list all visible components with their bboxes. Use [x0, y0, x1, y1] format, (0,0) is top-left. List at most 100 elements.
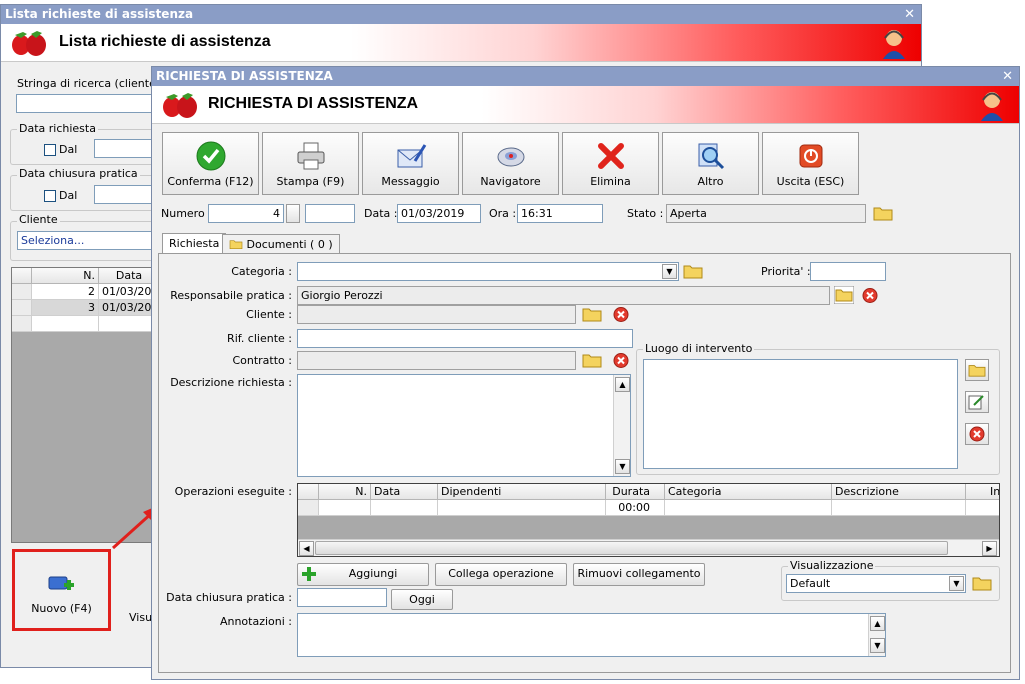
back-dal-checkbox[interactable]: [44, 144, 56, 156]
back-dal-input-2[interactable]: [94, 185, 156, 204]
back-search-input[interactable]: [16, 94, 156, 113]
ops-grid-cell[interactable]: [371, 500, 438, 516]
folder-icon[interactable]: [873, 204, 893, 222]
visualizzazione-dropdown-button[interactable]: ▼: [949, 576, 964, 591]
uscita-button[interactable]: Uscita (ESC): [762, 132, 859, 195]
luogo-textarea[interactable]: [643, 359, 958, 469]
folder-icon[interactable]: [972, 574, 992, 592]
visualizza-button[interactable]: Visua: [121, 555, 154, 625]
back-dal-checkbox-2[interactable]: [44, 190, 56, 202]
close-icon[interactable]: ✕: [1002, 67, 1013, 86]
tab-richiesta[interactable]: Richiesta: [162, 233, 227, 254]
numero-suffix-input[interactable]: [305, 204, 355, 223]
back-grid-cell[interactable]: 3: [32, 300, 99, 316]
contratto-input[interactable]: [297, 351, 576, 370]
descrizione-scrollbar[interactable]: ▲ ▼: [613, 375, 630, 476]
rif-cliente-input[interactable]: [297, 329, 633, 348]
operazioni-grid: N. Data Dipendenti Durata Categoria Desc…: [297, 483, 1000, 557]
visualizzazione-select[interactable]: Default: [786, 574, 966, 593]
altro-button[interactable]: Altro: [662, 132, 759, 195]
back-grid-header-n[interactable]: N.: [32, 268, 99, 284]
data-chiusura-input[interactable]: [297, 588, 387, 607]
ops-grid-header[interactable]: Categoria: [665, 484, 832, 500]
cliente-input[interactable]: [297, 305, 576, 324]
back-dal-label: Dal: [59, 143, 78, 156]
ops-grid-cell[interactable]: 00:00: [606, 500, 665, 516]
luogo-delete-button[interactable]: [965, 423, 989, 445]
back-cliente-select[interactable]: Seleziona...: [17, 231, 156, 250]
conferma-label: Conferma (F12): [167, 175, 254, 188]
front-window-titlebar[interactable]: RICHIESTA DI ASSISTENZA ✕: [152, 67, 1019, 86]
folder-icon[interactable]: [834, 286, 854, 304]
ops-grid-header[interactable]: Dipendenti: [438, 484, 606, 500]
ora-input[interactable]: 16:31: [517, 204, 603, 223]
back-grid-header-data[interactable]: Data: [99, 268, 157, 284]
ops-grid-cell[interactable]: [665, 500, 832, 516]
annotazioni-scrollbar[interactable]: ▲ ▼: [868, 614, 885, 656]
ops-grid-cell[interactable]: [966, 500, 999, 516]
folder-icon[interactable]: [582, 305, 602, 323]
priorita-input[interactable]: [810, 262, 886, 281]
ops-grid-cell[interactable]: [319, 500, 371, 516]
luogo-label: Luogo di intervento: [643, 342, 755, 355]
clear-icon[interactable]: [612, 306, 630, 323]
back-grid-cell[interactable]: 01/03/201: [99, 284, 157, 300]
back-grid-cell[interactable]: [99, 316, 157, 332]
navigatore-button[interactable]: Navigatore: [462, 132, 559, 195]
conferma-button[interactable]: Conferma (F12): [162, 132, 259, 195]
numero-suffix-button[interactable]: [286, 204, 300, 223]
categoria-select[interactable]: [297, 262, 679, 281]
descrizione-textarea[interactable]: [297, 374, 631, 477]
ops-grid-header[interactable]: Durata: [606, 484, 665, 500]
numero-input[interactable]: 4: [208, 204, 284, 223]
messaggio-button[interactable]: Messaggio: [362, 132, 459, 195]
stampa-button[interactable]: Stampa (F9): [262, 132, 359, 195]
contratto-label: Contratto :: [232, 354, 292, 367]
tab-documenti[interactable]: Documenti ( 0 ): [222, 234, 340, 254]
ops-grid-row-selector[interactable]: [298, 500, 319, 516]
clear-icon[interactable]: [612, 352, 630, 369]
back-grid-row-selector[interactable]: [12, 316, 32, 332]
ops-grid-header[interactable]: Data: [371, 484, 438, 500]
back-dal-input[interactable]: [94, 139, 156, 158]
luogo-folder-button[interactable]: [965, 359, 989, 381]
scroll-down-arrow-icon[interactable]: ▼: [870, 638, 885, 653]
scroll-right-arrow-icon[interactable]: ▶: [982, 541, 997, 556]
back-grid-cell[interactable]: 01/03/201: [99, 300, 157, 316]
ops-grid-header[interactable]: N.: [319, 484, 371, 500]
scroll-thumb[interactable]: [315, 541, 948, 555]
back-grid-row-selector[interactable]: [12, 300, 32, 316]
rimuovi-collegamento-button[interactable]: Rimuovi collegamento: [573, 563, 705, 586]
stato-input[interactable]: Aperta: [666, 204, 866, 223]
categoria-dropdown-button[interactable]: ▼: [662, 264, 677, 279]
back-grid-cell[interactable]: 2: [32, 284, 99, 300]
ops-grid-cell[interactable]: [832, 500, 966, 516]
folder-icon[interactable]: [683, 262, 703, 280]
clear-icon[interactable]: [861, 287, 879, 304]
nuovo-button[interactable]: Nuovo (F4): [18, 555, 105, 625]
oggi-button[interactable]: Oggi: [391, 589, 453, 610]
close-icon[interactable]: ✕: [904, 5, 915, 24]
ops-grid-hscrollbar[interactable]: ◀ ▶: [298, 539, 999, 556]
folder-icon[interactable]: [582, 351, 602, 369]
back-grid-cell[interactable]: [32, 316, 99, 332]
back-grid-corner: [12, 268, 32, 284]
data-input[interactable]: 01/03/2019: [397, 204, 481, 223]
responsabile-label: Responsabile pratica :: [170, 289, 292, 302]
scroll-down-arrow-icon[interactable]: ▼: [615, 459, 630, 474]
scroll-left-arrow-icon[interactable]: ◀: [299, 541, 314, 556]
back-window-titlebar[interactable]: Lista richieste di assistenza ✕: [1, 5, 921, 24]
uscita-label: Uscita (ESC): [776, 175, 845, 188]
elimina-button[interactable]: Elimina: [562, 132, 659, 195]
ops-grid-header[interactable]: In: [966, 484, 999, 500]
back-grid-row-selector[interactable]: [12, 284, 32, 300]
ops-grid-header[interactable]: Descrizione: [832, 484, 966, 500]
scroll-up-arrow-icon[interactable]: ▲: [615, 377, 630, 392]
ops-grid-cell[interactable]: [438, 500, 606, 516]
annotazioni-textarea[interactable]: [297, 613, 886, 657]
responsabile-input[interactable]: Giorgio Perozzi: [297, 286, 830, 305]
luogo-edit-button[interactable]: [965, 391, 989, 413]
collega-operazione-button[interactable]: Collega operazione: [435, 563, 567, 586]
aggiungi-button[interactable]: Aggiungi: [297, 563, 429, 586]
scroll-up-arrow-icon[interactable]: ▲: [870, 616, 885, 631]
